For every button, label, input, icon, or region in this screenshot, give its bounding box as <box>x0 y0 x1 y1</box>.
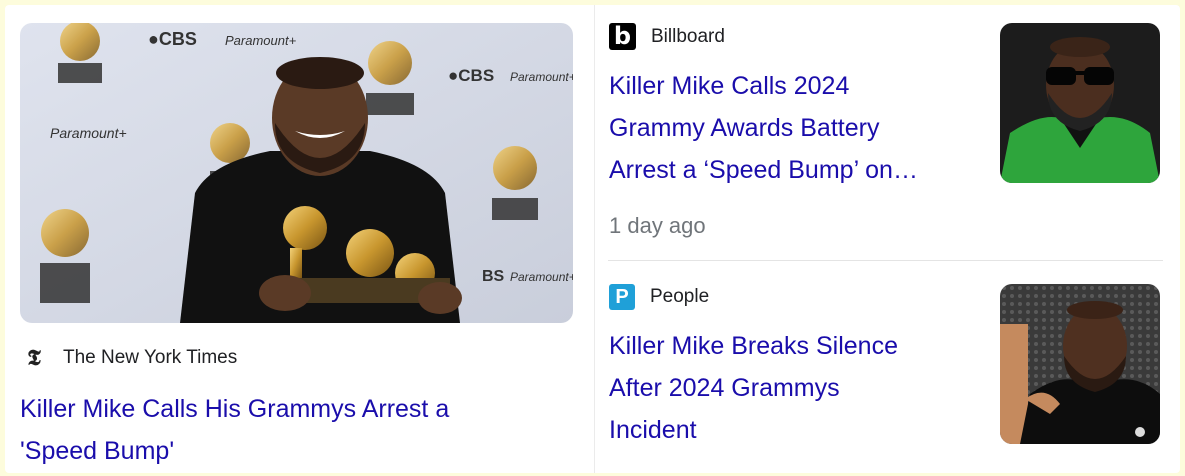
billboard-headline-line2: Grammy Awards Battery <box>609 114 880 142</box>
billboard-timestamp: 1 day ago <box>609 213 706 238</box>
cbs-logo-text: ●CBS <box>148 29 197 49</box>
left-headline-line2: 'Speed Bump' <box>20 437 175 465</box>
people-thumbnail[interactable] <box>1000 284 1160 444</box>
svg-text:Paramount+: Paramount+ <box>510 270 573 284</box>
billboard-headline-line1: Killer Mike Calls 2024 <box>609 72 850 100</box>
nyt-logo-icon: 𝕿 <box>27 345 41 371</box>
left-article-image[interactable]: ●CBS Paramount+ ●CBS Paramount+ Paramoun… <box>20 23 573 323</box>
left-source-name: The New York Times <box>63 347 238 368</box>
svg-text:Paramount+: Paramount+ <box>225 33 297 48</box>
billboard-source-name: Billboard <box>651 25 725 47</box>
people-logo-icon: P <box>609 284 635 310</box>
billboard-logo-icon: b <box>609 23 636 50</box>
billboard-thumbnail[interactable] <box>1000 23 1160 183</box>
right-card-divider <box>608 260 1163 261</box>
people-source-name: People <box>650 286 710 307</box>
svg-text:Paramount+: Paramount+ <box>50 125 127 141</box>
left-headline-link[interactable]: Killer Mike Calls His Grammys Arrest a '… <box>20 388 580 472</box>
people-headline-line2: After 2024 Grammys <box>609 374 840 402</box>
news-panel: ●CBS Paramount+ ●CBS Paramount+ Paramoun… <box>5 5 1180 473</box>
billboard-headline-line3: Arrest a ‘Speed Bump’ on… <box>609 156 918 184</box>
people-headline-link[interactable]: Killer Mike Breaks Silence After 2024 Gr… <box>609 325 989 451</box>
billboard-headline-link[interactable]: Killer Mike Calls 2024 Grammy Awards Bat… <box>609 65 989 191</box>
svg-text:Paramount+: Paramount+ <box>510 70 573 84</box>
svg-text:BS: BS <box>482 268 505 285</box>
people-headline-line1: Killer Mike Breaks Silence <box>609 332 898 360</box>
left-headline-line1: Killer Mike Calls His Grammys Arrest a <box>20 395 450 423</box>
people-headline-line3: Incident <box>609 416 697 444</box>
svg-text:●CBS: ●CBS <box>448 66 494 85</box>
left-source-row: 𝕿 The New York Times <box>22 346 237 370</box>
people-source-row: P People <box>609 284 709 310</box>
billboard-source-row: b Billboard <box>609 23 725 50</box>
column-divider <box>594 5 595 473</box>
